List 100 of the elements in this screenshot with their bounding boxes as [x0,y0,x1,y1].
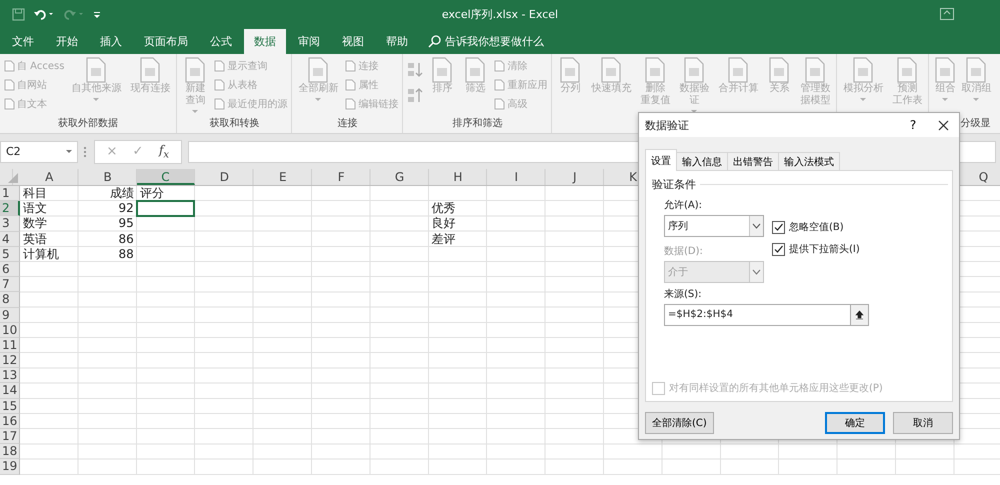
row-header[interactable]: 8 [0,292,20,308]
document-icon [345,60,356,72]
column-header[interactable]: E [254,169,312,185]
row-header[interactable]: 18 [0,444,20,460]
group-label: 连接 [336,117,358,131]
search-icon [428,35,441,48]
checkbox[interactable] [772,220,785,234]
name-box[interactable]: C2 [0,140,78,162]
ribbon-tab[interactable]: 审阅 [288,29,330,54]
column-header[interactable]: D [195,169,254,185]
dialog-tab[interactable]: 设置 [645,149,677,171]
sort-descending-icon[interactable] [407,87,424,105]
document-icon [183,57,208,83]
column-header[interactable]: A [20,169,78,185]
row-header[interactable]: 19 [0,459,20,475]
document-icon [643,57,668,83]
table-cell[interactable]: 数学 [20,216,78,232]
chevron-down-icon [752,269,761,275]
table-cell[interactable]: 差评 [428,232,488,247]
row-header[interactable]: 1 [0,186,20,202]
row-header[interactable]: 9 [0,308,20,323]
column-header[interactable]: I [487,169,546,185]
table-cell[interactable]: 95 [78,216,137,232]
document-icon [494,60,506,72]
ribbon-display-icon[interactable] [940,8,954,20]
ribbon-tab[interactable]: 帮助 [376,29,418,54]
table-cell[interactable]: 优秀 [428,201,488,216]
document-icon [430,57,454,83]
dialog-button[interactable]: 确定 [825,412,885,434]
document-icon [463,57,488,83]
sort-ascending-icon[interactable] [407,61,424,79]
document-icon [345,78,356,90]
row-header[interactable]: 10 [0,322,20,338]
insert-function-button[interactable]: f$_{x}$ [151,142,177,162]
document-icon [682,57,706,83]
column-header[interactable]: F [312,169,370,185]
table-cell[interactable]: 计算机 [20,246,78,262]
row-header[interactable]: 2 [0,201,20,216]
checkbox[interactable] [652,382,665,394]
column-header[interactable]: B [78,169,137,185]
window-title: excel序列.xlsx - Excel [442,6,558,22]
active-cell[interactable] [136,200,196,218]
row-header[interactable]: 11 [0,338,20,354]
document-icon [84,57,108,83]
collapse-button[interactable] [851,304,869,326]
redo-icon[interactable] [63,8,85,20]
ribbon-tab[interactable]: 开始 [46,29,88,54]
row-header[interactable]: 15 [0,398,20,414]
row-header[interactable]: 14 [0,383,20,399]
caret-icon [860,98,866,101]
search-field[interactable]: 告诉我你想要做什么 [445,35,575,48]
caret-icon [93,98,100,101]
row-header[interactable]: 12 [0,353,20,368]
table-cell[interactable]: 评分 [136,186,196,202]
dialog-button[interactable]: 取消 [893,412,953,434]
checkbox[interactable] [772,242,785,256]
table-cell[interactable]: 语文 [20,201,78,216]
ribbon-tab[interactable]: 文件 [2,29,44,54]
table-cell[interactable]: 成绩 [78,186,137,202]
row-header[interactable]: 3 [0,216,20,232]
save-icon[interactable] [12,8,25,20]
document-icon [851,57,876,83]
table-cell[interactable]: 92 [78,201,137,216]
ribbon-tab[interactable]: 数据 [244,29,286,54]
table-cell[interactable]: 良好 [428,216,488,232]
field-label: 来源(S): [664,288,703,301]
undo-icon[interactable] [33,8,55,20]
row-header[interactable]: 6 [0,262,20,278]
row-header[interactable]: 4 [0,232,20,247]
column-header[interactable]: G [370,169,429,185]
row-header[interactable]: 13 [0,368,20,384]
table-cell[interactable]: 88 [78,246,137,262]
document-icon [4,78,15,90]
source-field[interactable]: =$H$2:$H$4 [664,304,851,326]
document-icon [803,57,828,83]
field-label: 数据(D): [664,245,704,258]
row-header[interactable]: 7 [0,277,20,292]
document-icon [4,98,15,110]
document-icon [599,57,624,83]
dialog-tab[interactable]: 输入法模式 [778,152,840,170]
row-header[interactable]: 17 [0,429,20,444]
allow-dropdown[interactable]: 序列 [664,215,764,237]
column-header[interactable]: J [546,169,604,185]
help-button[interactable]: ? [898,117,928,133]
document-icon [895,57,920,83]
table-cell[interactable]: 英语 [20,232,78,247]
table-cell[interactable]: 86 [78,232,137,247]
row-header[interactable]: 16 [0,414,20,429]
ribbon-tab[interactable]: 页面布局 [134,29,198,54]
close-icon[interactable] [938,120,949,130]
row-header[interactable]: 5 [0,246,20,262]
ribbon-tab[interactable]: 视图 [332,29,374,54]
dialog-button[interactable]: 全部清除(C) [645,412,714,434]
column-header[interactable]: C [136,169,196,185]
column-header[interactable]: H [428,169,488,185]
ribbon-tab[interactable]: 公式 [200,29,242,54]
ribbon-tab[interactable]: 插入 [90,29,132,54]
table-cell[interactable]: 科目 [20,186,78,202]
dialog-title: 数据验证 [645,118,689,132]
group-label: 排序和筛选 [451,117,504,131]
